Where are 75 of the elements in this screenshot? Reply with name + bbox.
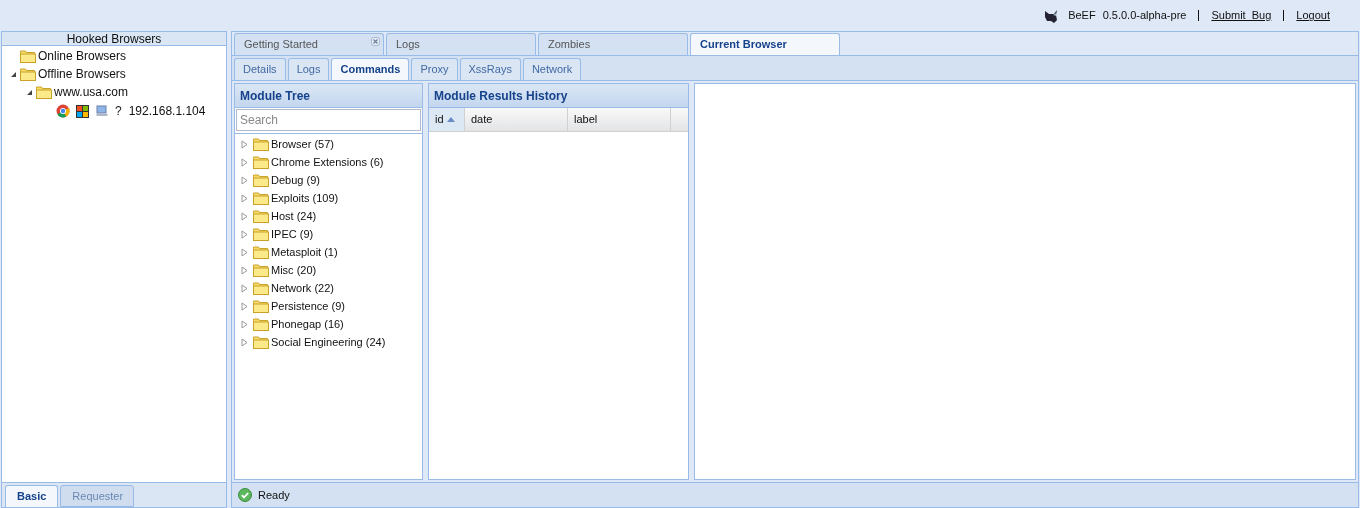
collapsed-arrow-icon[interactable] bbox=[241, 139, 248, 149]
collapsed-arrow-icon[interactable] bbox=[241, 319, 248, 329]
folder-icon bbox=[20, 67, 36, 81]
collapsed-arrow-icon[interactable] bbox=[241, 193, 248, 203]
main-tab[interactable]: Current Browser bbox=[690, 33, 840, 55]
panel-tab[interactable]: Basic bbox=[5, 485, 59, 507]
tree-node[interactable]: Offline Browsers bbox=[38, 65, 126, 83]
panel-title: Hooked Browsers bbox=[2, 32, 226, 46]
column-header[interactable]: date bbox=[465, 108, 568, 131]
laptop-icon bbox=[95, 105, 109, 117]
module-category[interactable]: Browser (57) bbox=[271, 135, 334, 153]
folder-icon bbox=[253, 137, 269, 151]
sub-tab[interactable]: Proxy bbox=[411, 58, 458, 80]
module-category[interactable]: Network (22) bbox=[271, 279, 334, 297]
collapsed-arrow-icon[interactable] bbox=[241, 301, 248, 311]
windows-logo-icon bbox=[76, 104, 89, 118]
folder-icon bbox=[253, 317, 269, 331]
browser-ip[interactable]: 192.168.1.104 bbox=[128, 102, 206, 120]
folder-icon bbox=[253, 299, 269, 313]
folder-icon bbox=[36, 85, 52, 99]
column-header[interactable]: id bbox=[429, 108, 465, 131]
sub-tab[interactable]: Commands bbox=[331, 58, 410, 80]
header-link[interactable]: Submit Bug bbox=[1211, 7, 1272, 24]
os-unknown-mark: ? bbox=[115, 103, 122, 120]
close-icon[interactable] bbox=[371, 37, 380, 46]
folder-icon bbox=[253, 335, 269, 349]
collapsed-arrow-icon[interactable] bbox=[241, 283, 248, 293]
folder-icon bbox=[253, 245, 269, 259]
module-category[interactable]: IPEC (9) bbox=[271, 225, 314, 243]
module-category[interactable]: Exploits (109) bbox=[271, 189, 339, 207]
column-header[interactable]: label bbox=[568, 108, 671, 131]
panel-title: Module Results History bbox=[429, 84, 688, 108]
module-category[interactable]: Debug (9) bbox=[271, 171, 320, 189]
module-category[interactable]: Misc (20) bbox=[271, 261, 317, 279]
collapsed-arrow-icon[interactable] bbox=[241, 211, 248, 221]
collapsed-arrow-icon[interactable] bbox=[241, 229, 248, 239]
collapsed-arrow-icon[interactable] bbox=[241, 157, 248, 167]
sub-tab[interactable]: XssRays bbox=[459, 58, 521, 80]
sub-tab[interactable]: Logs bbox=[287, 58, 330, 80]
header-link[interactable]: Logout bbox=[1296, 7, 1330, 24]
module-category[interactable]: Chrome Extensions (6) bbox=[271, 153, 384, 171]
folder-icon bbox=[253, 173, 269, 187]
app-name: BeEF bbox=[1068, 8, 1096, 24]
module-category[interactable]: Persistence (9) bbox=[271, 297, 345, 315]
folder-icon bbox=[253, 155, 269, 169]
module-category[interactable]: Metasploit (1) bbox=[271, 243, 338, 261]
collapsed-arrow-icon[interactable] bbox=[241, 265, 248, 275]
folder-icon bbox=[20, 49, 36, 63]
folder-icon bbox=[253, 281, 269, 295]
module-category[interactable]: Phonegap (16) bbox=[271, 315, 344, 333]
folder-icon bbox=[253, 191, 269, 205]
folder-icon bbox=[253, 209, 269, 223]
folder-icon bbox=[253, 227, 269, 241]
folder-icon bbox=[253, 263, 269, 277]
expanded-arrow-icon[interactable] bbox=[26, 88, 33, 96]
main-tab[interactable]: Getting Started bbox=[234, 33, 384, 55]
chrome-logo-icon bbox=[56, 104, 70, 118]
collapsed-arrow-icon[interactable] bbox=[241, 337, 248, 347]
search-field[interactable]: Search bbox=[236, 109, 421, 131]
status-text: Ready bbox=[258, 487, 290, 503]
module-category[interactable]: Host (24) bbox=[271, 207, 317, 225]
sort-ascending-icon bbox=[446, 117, 455, 122]
main-tab[interactable]: Logs bbox=[386, 33, 536, 55]
tree-node[interactable]: www.usa.com bbox=[54, 83, 129, 101]
main-tab[interactable]: Zombies bbox=[538, 33, 688, 55]
expanded-arrow-icon[interactable] bbox=[10, 70, 17, 78]
collapsed-arrow-icon[interactable] bbox=[241, 247, 248, 257]
collapsed-arrow-icon[interactable] bbox=[241, 175, 248, 185]
version-label: 0.5.0.0-alpha-pre bbox=[1102, 8, 1187, 24]
check-icon bbox=[238, 488, 252, 502]
sub-tab[interactable]: Details bbox=[234, 58, 286, 80]
sub-tab[interactable]: Network bbox=[522, 58, 582, 80]
module-category[interactable]: Social Engineering (24) bbox=[271, 333, 386, 351]
panel-title: Module Tree bbox=[235, 84, 422, 108]
tree-node[interactable]: Online Browsers bbox=[38, 47, 127, 65]
